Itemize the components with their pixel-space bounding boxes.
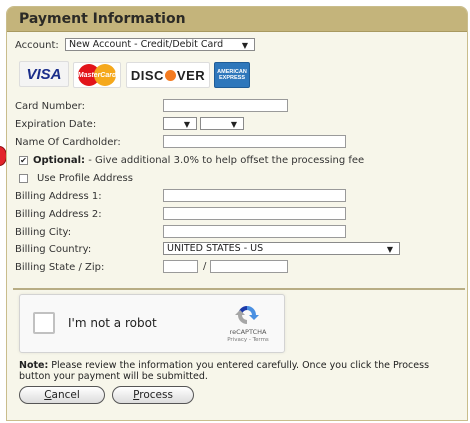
cardholder-label: Name Of Cardholder: bbox=[15, 137, 121, 148]
recaptcha-terms-link[interactable]: Privacy - Terms bbox=[220, 337, 276, 343]
optional-text: - Give additional 3.0% to help offset th… bbox=[85, 155, 365, 166]
amex-logo-line2: EXPRESS bbox=[219, 75, 245, 81]
account-select[interactable]: New Account - Credit/Debit Card ▼ bbox=[65, 38, 255, 51]
zip-input[interactable] bbox=[210, 260, 288, 273]
cancel-rest: ancel bbox=[51, 389, 80, 401]
card-number-label: Card Number: bbox=[15, 101, 85, 112]
state-input[interactable] bbox=[163, 260, 198, 273]
recaptcha-checkbox[interactable] bbox=[33, 312, 55, 334]
chevron-down-icon: ▼ bbox=[241, 41, 248, 50]
recaptcha-logo-icon bbox=[235, 306, 259, 324]
recaptcha-brand: reCAPTCHA bbox=[229, 328, 267, 336]
note-strong: Note: bbox=[19, 360, 49, 371]
recaptcha-label: I'm not a robot bbox=[68, 316, 157, 330]
discover-o-icon bbox=[164, 69, 176, 81]
payment-panel: Payment Information Account: New Account… bbox=[6, 6, 468, 421]
address1-label: Billing Address 1: bbox=[15, 191, 102, 202]
expiration-year-select[interactable]: ▼ bbox=[200, 117, 244, 130]
optional-strong: Optional: bbox=[33, 155, 86, 166]
cardholder-input[interactable] bbox=[163, 135, 346, 148]
chevron-down-icon: ▼ bbox=[386, 245, 393, 254]
use-profile-address-label: Use Profile Address bbox=[37, 173, 133, 184]
section-divider bbox=[13, 288, 465, 290]
discover-logo-post: VER bbox=[176, 67, 206, 83]
chevron-down-icon: ▼ bbox=[183, 120, 190, 129]
card-number-input[interactable] bbox=[163, 99, 288, 112]
address2-label: Billing Address 2: bbox=[15, 209, 102, 220]
optional-fee-checkbox[interactable]: ✔ bbox=[19, 156, 28, 165]
expiration-label: Expiration Date: bbox=[15, 119, 97, 130]
review-note: Note: Please review the information you … bbox=[19, 360, 459, 382]
amex-logo: AMERICAN EXPRESS bbox=[214, 62, 250, 88]
mastercard-logo-text: MasterCard bbox=[77, 71, 117, 79]
panel-title: Payment Information bbox=[19, 11, 186, 27]
chevron-down-icon: ▼ bbox=[230, 120, 237, 129]
city-label: Billing City: bbox=[15, 227, 72, 238]
country-select-value: UNITED STATES - US bbox=[167, 243, 264, 254]
note-text: Please review the information you entere… bbox=[19, 360, 430, 382]
state-zip-label: Billing State / Zip: bbox=[15, 262, 105, 273]
account-label: Account: bbox=[15, 40, 59, 51]
panel-header: Payment Information bbox=[7, 7, 467, 32]
discover-logo: DISC VER bbox=[126, 62, 210, 88]
discover-logo-pre: DISC bbox=[130, 67, 164, 83]
cancel-button[interactable]: Cancel bbox=[19, 386, 105, 404]
zip-separator: / bbox=[203, 261, 207, 272]
optional-fee-label: Optional: - Give additional 3.0% to help… bbox=[33, 155, 364, 166]
expiration-month-select[interactable]: ▼ bbox=[163, 117, 197, 130]
checkmark-icon: ✔ bbox=[20, 156, 27, 165]
cancel-accel: C bbox=[44, 389, 52, 401]
country-select[interactable]: UNITED STATES - US ▼ bbox=[163, 242, 400, 255]
city-input[interactable] bbox=[163, 225, 346, 238]
recaptcha-widget: I'm not a robot reCAPTCHA Privacy - Term… bbox=[19, 294, 285, 353]
address1-input[interactable] bbox=[163, 189, 346, 202]
visa-logo-text: VISA bbox=[26, 65, 62, 83]
account-select-value: New Account - Credit/Debit Card bbox=[69, 39, 224, 50]
country-label: Billing Country: bbox=[15, 244, 92, 255]
mastercard-logo: MasterCard bbox=[73, 62, 121, 88]
process-rest: rocess bbox=[139, 389, 173, 401]
address2-input[interactable] bbox=[163, 207, 346, 220]
visa-logo: VISA bbox=[19, 61, 69, 87]
process-button[interactable]: Process bbox=[112, 386, 194, 404]
use-profile-address-checkbox[interactable] bbox=[19, 174, 28, 183]
